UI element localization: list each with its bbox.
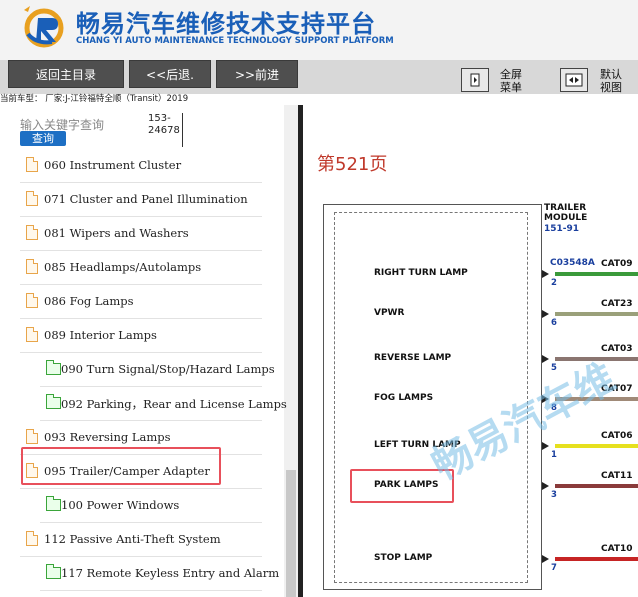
connector-arrow-icon xyxy=(542,310,549,318)
pin-number: 5 xyxy=(551,363,557,373)
current-vehicle-status: 当前车型： 厂家:J-江铃福特全顺（Transit）2019 xyxy=(0,94,189,104)
document-icon xyxy=(26,259,38,274)
circuit-id: CAT09 xyxy=(601,259,633,269)
circuit-id: CAT10 xyxy=(601,544,633,554)
sidebar-item-label: 093 Reversing Lamps xyxy=(44,430,171,444)
logo-icon xyxy=(24,6,64,48)
sidebar-item[interactable]: 060 Instrument Cluster xyxy=(20,149,262,183)
pin-function-label: RIGHT TURN LAMP xyxy=(374,268,468,278)
document-icon xyxy=(26,293,38,308)
default-view-button[interactable] xyxy=(560,68,588,92)
default-view-icon xyxy=(565,73,583,87)
highlight-box xyxy=(21,447,221,485)
circuit-id: CAT03 xyxy=(601,344,633,354)
wire xyxy=(555,312,638,316)
sidebar-item-label: 071 Cluster and Panel Illumination xyxy=(44,192,248,206)
wire xyxy=(555,397,638,401)
sidebar-item[interactable]: 071 Cluster and Panel Illumination xyxy=(20,183,262,217)
sidebar-item-label: 090 Turn Signal/Stop/Hazard Lamps xyxy=(61,362,275,376)
forward-button[interactable]: >>前进 xyxy=(216,60,298,88)
pin-function-label: REVERSE LAMP xyxy=(374,353,452,363)
folder-icon xyxy=(46,564,61,579)
pin-number: 6 xyxy=(551,318,557,328)
sidebar-item[interactable]: 100 Power Windows xyxy=(40,489,262,523)
sidebar-item-label: 092 Parking，Rear and License Lamps xyxy=(61,397,287,411)
site-subtitle: CHANG YI AUTO MAINTENANCE TECHNOLOGY SUP… xyxy=(76,36,394,46)
document-icon xyxy=(26,157,38,172)
pin-function-label: LEFT TURN LAMP xyxy=(374,440,461,450)
connector-label: C03548A xyxy=(550,258,595,268)
fullscreen-icon xyxy=(470,73,480,87)
sidebar-item-label: 081 Wipers and Washers xyxy=(44,226,189,240)
highlight-box xyxy=(350,469,454,503)
fullscreen-menu-button[interactable] xyxy=(461,68,489,92)
circuit-id: CAT23 xyxy=(601,299,633,309)
connector-arrow-icon xyxy=(542,555,549,563)
connector-arrow-icon xyxy=(542,355,549,363)
circuit-id: CAT07 xyxy=(601,384,633,394)
document-icon xyxy=(26,225,38,240)
sidebar-item[interactable]: 086 Fog Lamps xyxy=(20,285,262,319)
module-title: TRAILER MODULE xyxy=(544,203,588,223)
pin-function-label: VPWR xyxy=(374,308,405,318)
sidebar-item-label: 089 Interior Lamps xyxy=(44,328,157,342)
sidebar-item[interactable]: 085 Headlamps/Autolamps xyxy=(20,251,262,285)
search-button[interactable]: 查询 xyxy=(20,131,66,146)
folder-icon xyxy=(46,360,61,375)
header-bar: 畅易汽车维修技术支持平台 CHANG YI AUTO MAINTENANCE T… xyxy=(0,0,638,60)
wire xyxy=(555,272,638,276)
connector-arrow-icon xyxy=(542,395,549,403)
circuit-id: CAT11 xyxy=(601,471,633,481)
sidebar-item[interactable]: 089 Interior Lamps xyxy=(20,319,262,353)
toolbar: 返回主目录 <<后退. >>前进 全屏 菜单 默认 视图 xyxy=(0,60,638,94)
wire xyxy=(555,357,638,361)
sidebar-item-label: 117 Remote Keyless Entry and Alarm xyxy=(61,566,280,580)
pin-number: 3 xyxy=(551,490,557,500)
circuit-id: CAT06 xyxy=(601,431,633,441)
sidebar-item[interactable]: 112 Passive Anti-Theft System xyxy=(20,523,262,557)
sidebar-item-label: 100 Power Windows xyxy=(61,498,180,512)
pin-function-label: STOP LAMP xyxy=(374,553,433,563)
connector-arrow-icon xyxy=(542,442,549,450)
sidebar-item-label: 112 Passive Anti-Theft System xyxy=(44,532,221,546)
default-view-label[interactable]: 默认 视图 xyxy=(600,68,622,94)
fullscreen-menu-label[interactable]: 全屏 菜单 xyxy=(500,68,522,94)
document-icon xyxy=(26,327,38,342)
pin-number: 8 xyxy=(551,403,557,413)
sidebar-item[interactable]: 081 Wipers and Washers xyxy=(20,217,262,251)
back-button[interactable]: <<后退. xyxy=(129,60,211,88)
sidebar-item-label: 060 Instrument Cluster xyxy=(44,158,182,172)
connector-arrow-icon xyxy=(542,270,549,278)
wire xyxy=(555,557,638,561)
pin-number: 7 xyxy=(551,563,557,573)
document-icon xyxy=(26,531,38,546)
folder-icon xyxy=(46,496,61,511)
pin-number: 2 xyxy=(551,278,557,288)
sidebar-item[interactable]: 117 Remote Keyless Entry and Alarm xyxy=(40,557,279,591)
wire xyxy=(555,444,638,448)
connector-arrow-icon xyxy=(542,482,549,490)
search-input[interactable]: 输入关键字查询 xyxy=(20,116,142,132)
search-result-count: 153- 24678 xyxy=(148,113,183,147)
pin-number: 1 xyxy=(551,450,557,460)
wire xyxy=(555,484,638,488)
sidebar-item[interactable]: 090 Turn Signal/Stop/Hazard Lamps xyxy=(40,353,275,387)
pin-function-label: FOG LAMPS xyxy=(374,393,434,403)
module-id: 151-91 xyxy=(544,224,580,234)
sidebar-item[interactable]: 092 Parking，Rear and License Lamps xyxy=(40,387,287,421)
home-button[interactable]: 返回主目录 xyxy=(8,60,124,88)
sidebar-item-label: 086 Fog Lamps xyxy=(44,294,134,308)
page-number: 第521页 xyxy=(317,154,388,175)
sidebar-item-label: 085 Headlamps/Autolamps xyxy=(44,260,202,274)
folder-icon xyxy=(46,394,61,409)
document-icon xyxy=(26,191,38,206)
document-icon xyxy=(26,429,38,444)
sidebar-scroll-thumb[interactable] xyxy=(286,470,296,597)
site-title: 畅易汽车维修技术支持平台 xyxy=(76,10,376,38)
